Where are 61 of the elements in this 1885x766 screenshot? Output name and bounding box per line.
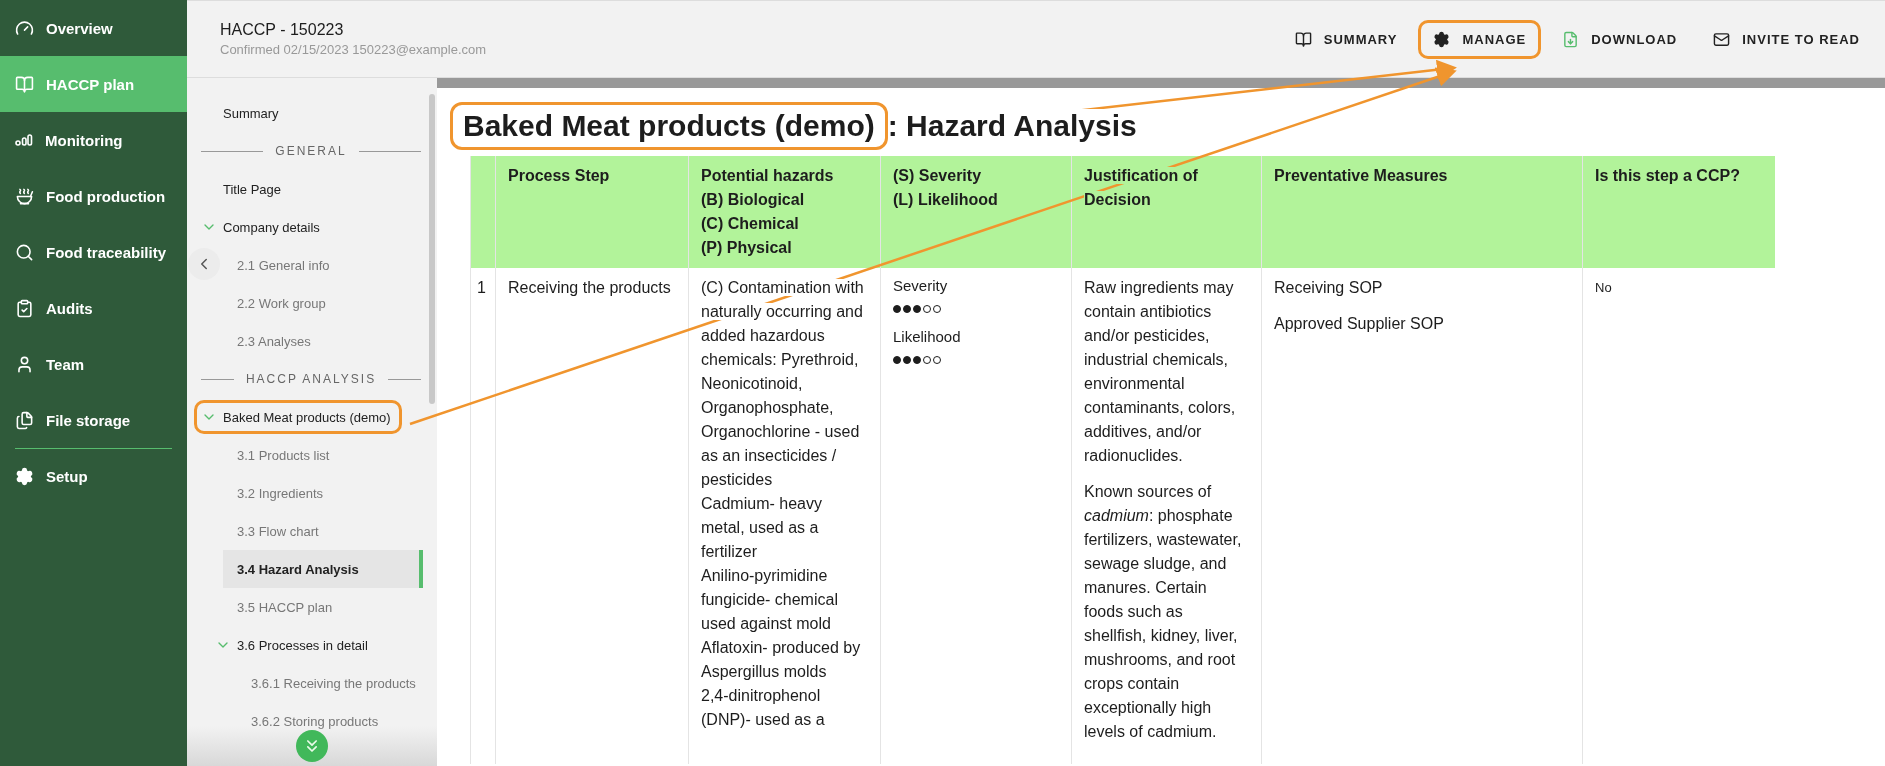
column-header: Is this step a CCP?	[1582, 156, 1775, 268]
column-header: Justification of Decision	[1071, 156, 1261, 268]
settings-icon	[1433, 30, 1451, 48]
nav-item[interactable]: Audits	[0, 280, 187, 336]
outline-item[interactable]: Summary	[223, 94, 423, 132]
nav-item[interactable]: Food traceability	[0, 224, 187, 280]
outline-item[interactable]: 3.5 HACCP plan	[223, 588, 423, 626]
header-action[interactable]: MANAGE	[1418, 19, 1542, 59]
outline-item[interactable]: 2.1 General info	[223, 246, 423, 284]
nav-item[interactable]: Team	[0, 336, 187, 392]
table-cell: (C) Contamination with naturally occurring and added hazardous chemicals: Pyrethroid, Neonicotinoid, Organophosphate, Organochlorine - used as an insecticides / pesticides Cadmium- heavy metal, used as a fertilizer Anilino-pyrimidine fungicide- chemical used against mold Aflatoxin- produced by Aspergillus molds 2,4-dinitrophenol (DNP)- used as a	[688, 268, 880, 764]
nav-icon	[15, 242, 34, 262]
nav-icon	[15, 186, 34, 206]
nav-icon	[15, 18, 34, 38]
nav-icon	[15, 410, 34, 430]
scroll-down-button[interactable]	[296, 730, 328, 762]
nav-item[interactable]: Food production	[0, 168, 187, 224]
mail-icon	[1713, 30, 1731, 48]
nav-icon	[15, 298, 34, 318]
nav-item[interactable]: Overview	[0, 0, 187, 56]
header-action[interactable]: DOWNLOAD	[1547, 19, 1693, 59]
table-cell: Raw ingredients may contain antibiotics and/or pesticides, industrial chemicals, environmental contaminants, colors, additives, and/or radionuclides. Known sources of cadmium: phosphate fertilizers, wastewater, sewage sludge, and manures. Certain foods such as shellfish, kidney, liver, mushrooms, and root crops contain exceptionally high levels of cadmium.	[1071, 268, 1261, 764]
outline-item[interactable]: Title Page	[223, 170, 423, 208]
table-cell-text: No	[1595, 279, 1613, 297]
column-header: (S) Severity (L) Likelihood	[880, 156, 1071, 268]
row-number: 1	[470, 268, 495, 764]
outline-item[interactable]: 2.2 Work group	[223, 284, 423, 322]
outline-item[interactable]: 2.3 Analyses	[223, 322, 423, 360]
table-cell: Receiving SOP Approved Supplier SOP	[1261, 268, 1582, 764]
book-icon	[1294, 30, 1312, 48]
column-header: Preventative Measures	[1261, 156, 1582, 268]
outline-group[interactable]: Baked Meat products (demo)	[194, 400, 402, 434]
outline-item[interactable]: 3.3 Flow chart	[223, 512, 423, 550]
rating-label: Severity	[893, 276, 949, 296]
header-action[interactable]: SUMMARY	[1279, 19, 1413, 59]
nav-icon	[15, 74, 34, 94]
header-action[interactable]: INVITE TO READ	[1698, 19, 1875, 59]
column-header: Process Step	[495, 156, 688, 268]
outline-item[interactable]: 3.1 Products list	[223, 436, 423, 474]
outline-group[interactable]: Company details	[194, 210, 331, 244]
nav-icon	[15, 354, 34, 374]
nav-item[interactable]: Setup	[0, 448, 187, 504]
outline-item[interactable]: 3.6.1 Receiving the products	[223, 664, 423, 702]
document-title: HACCP - 150223	[220, 21, 345, 39]
outline-item[interactable]: 3.4 Hazard Analysis	[223, 550, 423, 588]
rating-label: Likelihood	[893, 327, 962, 347]
section-heading: GENERAL	[275, 144, 347, 158]
column-header: Potential hazards (B) Biological (C) Chemical (P) Physical	[688, 156, 880, 268]
document-subtitle: Confirmed 02/15/2023 150223@example.com	[220, 42, 487, 57]
section-heading: HACCP ANALYSIS	[245, 372, 377, 386]
chart-icon	[15, 134, 33, 146]
page-title-suffix: : Hazard Analysis	[887, 109, 1137, 143]
outline-item[interactable]: 3.6.2 Storing products	[223, 702, 423, 740]
outline-item[interactable]: 3.2 Ingredients	[223, 474, 423, 512]
nav-item[interactable]: File storage	[0, 392, 187, 448]
nav-icon	[15, 466, 34, 486]
table-cell: Receiving the products	[495, 268, 688, 764]
page-title: Baked Meat products (demo)	[450, 102, 888, 150]
file-download-icon	[1562, 30, 1580, 48]
outline-group[interactable]: 3.6 Processes in detail	[208, 628, 379, 662]
nav-item[interactable]: Monitoring	[0, 112, 187, 168]
